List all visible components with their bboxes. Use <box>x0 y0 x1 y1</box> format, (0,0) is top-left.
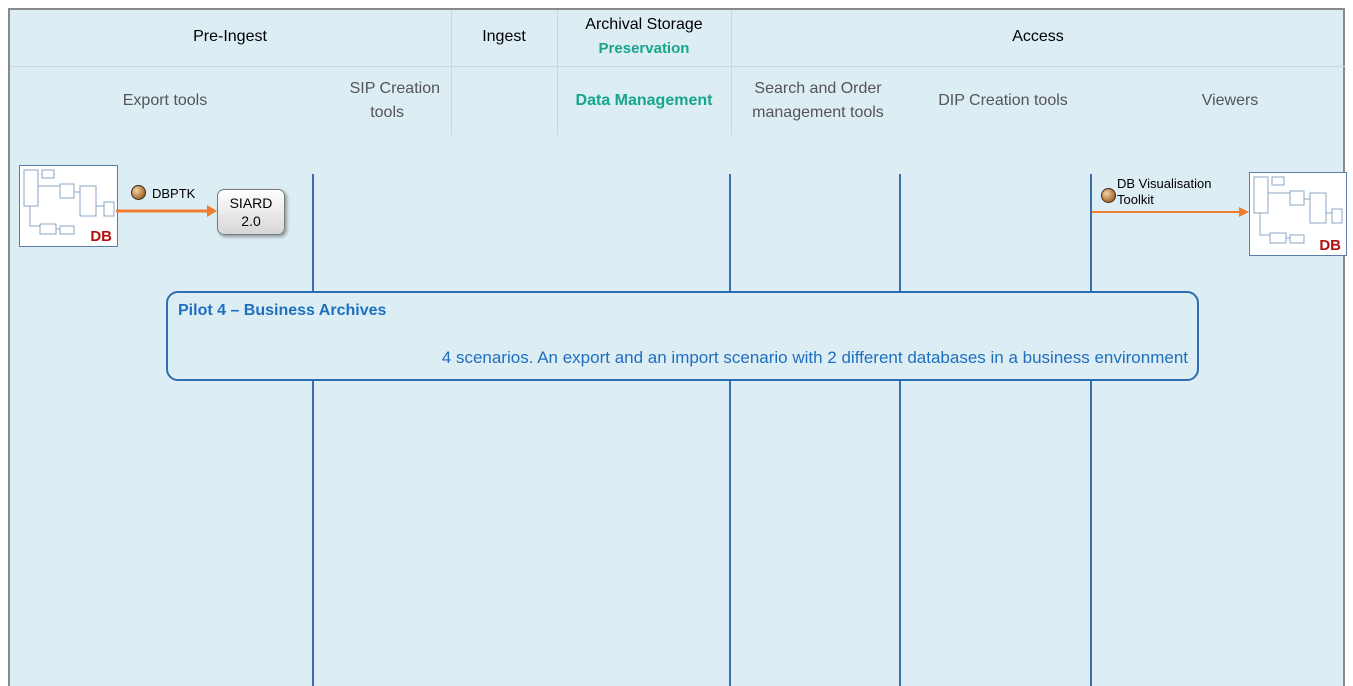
subheader-export-tools: Export tools <box>122 92 208 109</box>
siard-line2: 2.0 <box>241 213 261 229</box>
lane-line <box>729 174 731 686</box>
subheader-viewers: Viewers <box>1201 92 1259 109</box>
visualisation-label-line1: DB Visualisation <box>1117 176 1212 191</box>
dbptk-label: DBPTK <box>152 186 196 201</box>
export-arrow <box>116 205 217 217</box>
subheader-dip-creation: DIP Creation tools <box>938 92 1068 109</box>
subheader-sip-line1: SIP Creation <box>349 80 440 97</box>
db-label-left: DB <box>90 228 112 245</box>
subheader-sip-line2: tools <box>370 104 404 121</box>
header-divider <box>557 10 558 135</box>
subheader-search-line1: Search and Order <box>754 80 882 97</box>
siard-box: SIARD 2.0 <box>217 189 285 235</box>
lane-line <box>312 174 314 686</box>
header-archival-storage: Archival Storage <box>585 16 703 33</box>
import-arrow <box>1092 207 1249 217</box>
lane-line <box>1090 174 1092 686</box>
visualisation-bullet-icon <box>1101 188 1116 203</box>
dbptk-bullet-icon <box>131 185 146 200</box>
db-label-right: DB <box>1319 237 1341 254</box>
header-preservation: Preservation <box>598 40 690 57</box>
pilot-title: Pilot 4 – Business Archives <box>178 302 387 319</box>
header-divider <box>451 10 452 135</box>
subheader-search-line2: management tools <box>752 104 884 121</box>
header-access: Access <box>1012 28 1064 45</box>
database-icon-left: DB <box>19 165 118 247</box>
header-pre-ingest: Pre-Ingest <box>193 28 267 45</box>
database-icon-right: DB <box>1249 172 1347 256</box>
header-rule <box>10 66 1345 67</box>
header-ingest: Ingest <box>482 28 526 45</box>
siard-line1: SIARD <box>229 195 273 211</box>
subheader-data-management: Data Management <box>575 92 713 109</box>
pilot-box: Pilot 4 – Business Archives 4 scenarios.… <box>166 291 1199 381</box>
lane-line <box>899 174 901 686</box>
pilot-description: 4 scenarios. An export and an import sce… <box>441 348 1188 367</box>
